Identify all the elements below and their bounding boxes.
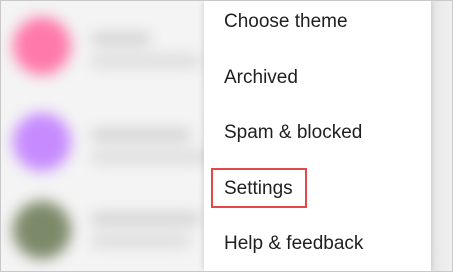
conversation-preview-placeholder [91,151,211,163]
menu-item-archived[interactable]: Archived [204,58,431,98]
menu-item-label: Help & feedback [224,233,364,254]
conversation-preview-placeholder [91,55,201,67]
menu-item-label: Settings [224,178,293,199]
conversation-row[interactable] [1,101,221,181]
screenshot-frame: Choose theme Archived Spam & blocked Set… [0,0,453,272]
conversation-name-placeholder [91,33,151,45]
menu-item-label: Choose theme [224,11,348,32]
menu-item-settings[interactable]: Settings [204,169,431,209]
menu-item-label: Archived [224,67,298,88]
avatar [13,17,71,75]
menu-item-spam-blocked[interactable]: Spam & blocked [204,113,431,153]
avatar [13,113,71,171]
overflow-menu: Choose theme Archived Spam & blocked Set… [204,1,431,271]
conversation-preview-placeholder [91,235,191,247]
menu-item-label: Spam & blocked [224,122,363,143]
conversation-row[interactable] [1,189,221,269]
menu-item-help-feedback[interactable]: Help & feedback [204,224,431,264]
conversation-name-placeholder [91,129,191,141]
avatar [13,201,71,259]
conversation-name-placeholder [91,213,201,225]
screen-edge [430,1,452,271]
conversation-list [1,1,221,271]
menu-item-choose-theme[interactable]: Choose theme [204,2,431,42]
conversation-row[interactable] [1,5,221,85]
